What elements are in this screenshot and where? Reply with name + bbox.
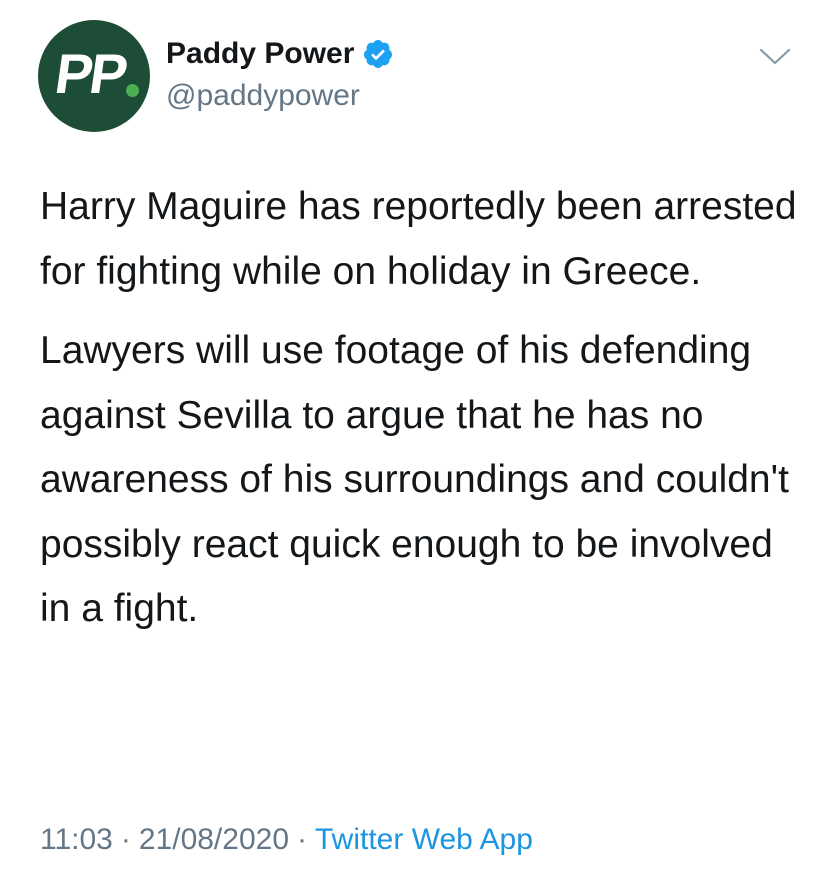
tweet-meta: 11:03 · 21/08/2020 · Twitter Web App: [40, 820, 533, 860]
meta-separator: ·: [297, 823, 308, 856]
tweet-paragraph: Harry Maguire has reportedly been arrest…: [40, 185, 797, 293]
display-name-row: Paddy Power: [166, 34, 394, 74]
tweet-header: PP Paddy Power @paddypower: [38, 20, 798, 132]
verified-badge-icon: [364, 40, 393, 68]
tweet-paragraph: Lawyers will use footage of his defendin…: [40, 329, 789, 630]
meta-separator: ·: [120, 823, 131, 856]
chevron-down-icon[interactable]: [758, 46, 792, 68]
tweet-card: PP Paddy Power @paddypower Harry Maguire…: [0, 0, 828, 876]
avatar-logo-dot: [126, 84, 139, 97]
tweet-date[interactable]: 21/08/2020: [139, 823, 289, 856]
author-handle[interactable]: @paddypower: [166, 76, 394, 116]
author-names: Paddy Power @paddypower: [166, 34, 394, 116]
tweet-time[interactable]: 11:03: [40, 823, 113, 856]
avatar[interactable]: PP: [38, 20, 150, 132]
display-name[interactable]: Paddy Power: [166, 34, 354, 74]
tweet-text: Harry Maguire has reportedly been arrest…: [40, 175, 800, 642]
tweet-source-link[interactable]: Twitter Web App: [315, 823, 533, 856]
